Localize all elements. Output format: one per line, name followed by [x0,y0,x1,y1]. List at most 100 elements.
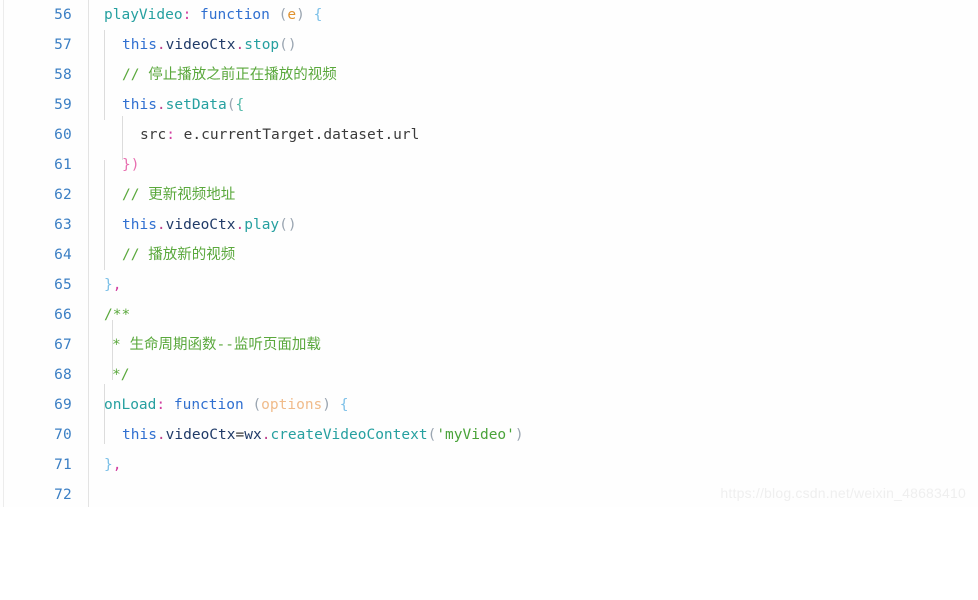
token-comma: , [112,277,122,293]
line-content[interactable]: */ [112,360,129,390]
token-this: this [122,427,157,443]
line-content[interactable]: this.videoCtx.stop() [122,30,297,60]
token-colon: : [182,7,192,23]
line-number: 60 [54,127,72,143]
code-line[interactable]: 66 /** [0,300,978,330]
token-close-brace: } [104,277,113,293]
line-number: 72 [54,487,72,503]
token-close-paren: ) [296,7,305,23]
code-line[interactable]: 61 }) [0,150,978,180]
code-line[interactable]: 58 // 停止播放之前正在播放的视频 [0,60,978,90]
code-editor: 56 playVideo: function (e) { 57 this.vid… [0,0,978,507]
line-content[interactable]: this.videoCtx=wx.createVideoContext('myV… [122,420,524,450]
token-method: stop [244,37,280,53]
token-close-brace-paren: }) [122,157,140,173]
token-block-comment-body: * 生命周期函数--监听页面加载 [112,337,321,353]
line-number: 66 [54,307,72,323]
token-comment: // 更新视频地址 [122,187,236,203]
watermark: https://blog.csdn.net/weixin_48683410 [720,485,966,501]
line-content[interactable]: }, [104,450,121,480]
token-dot: . [156,97,166,113]
token-dot: . [156,217,166,233]
line-number: 64 [54,247,72,263]
line-number: 67 [54,337,72,353]
token-this: this [122,97,157,113]
line-content[interactable]: }) [122,150,139,180]
code-line[interactable]: 69 onLoad: function (options) { [0,390,978,420]
line-content[interactable]: * 生命周期函数--监听页面加载 [112,330,321,360]
code-line[interactable]: 62 // 更新视频地址 [0,180,978,210]
code-line[interactable]: 64 // 播放新的视频 [0,240,978,270]
line-number: 57 [54,37,72,53]
token-this: this [122,217,157,233]
token-operator: = [235,427,245,443]
token-value: e.currentTarget.dataset.url [174,127,420,143]
token-identifier-wx: wx [244,427,262,443]
token-colon: : [156,397,166,413]
code-line[interactable]: 67 * 生命周期函数--监听页面加载 [0,330,978,360]
code-line[interactable]: 68 */ [0,360,978,390]
token-close-paren: ) [322,397,332,413]
token-parens: () [279,217,297,233]
line-number: 61 [54,157,72,173]
token-brace: { [313,7,323,23]
token-method: createVideoContext [270,427,428,443]
token-identifier: videoCtx [165,217,236,233]
line-content[interactable]: // 更新视频地址 [122,180,235,210]
line-content[interactable]: this.videoCtx.play() [122,210,297,240]
token-close-paren: ) [514,427,524,443]
code-line[interactable]: 56 playVideo: function (e) { [0,0,978,30]
line-content[interactable]: // 播放新的视频 [122,240,235,270]
code-line[interactable]: 71 }, [0,450,978,480]
token-dot: . [156,427,166,443]
token-block-comment-start: /** [104,307,131,323]
line-content[interactable]: /** [104,300,130,330]
token-identifier: videoCtx [165,427,236,443]
line-number: 71 [54,457,72,473]
code-line[interactable]: 65 }, [0,270,978,300]
token-key: src [140,127,167,143]
token-parameter: options [261,397,323,413]
line-content[interactable]: this.setData({ [122,90,244,120]
line-content[interactable]: }, [104,270,121,300]
line-content[interactable]: src: e.currentTarget.dataset.url [140,120,419,150]
line-content[interactable]: // 停止播放之前正在播放的视频 [122,60,337,90]
line-number: 59 [54,97,72,113]
token-string: 'myVideo' [436,427,515,443]
code-line[interactable]: 70 this.videoCtx=wx.createVideoContext('… [0,420,978,450]
render-artifact-ellipsis: ... [175,398,198,411]
code-line[interactable]: 57 this.videoCtx.stop() [0,30,978,60]
line-number: 62 [54,187,72,203]
line-content[interactable]: playVideo: function (e) { [104,0,322,30]
token-open-paren: ( [427,427,437,443]
code-line[interactable]: 59 this.setData({ [0,90,978,120]
token-open-paren: ( [252,397,262,413]
line-number: 58 [54,67,72,83]
token-dot: . [235,217,245,233]
token-method: play [244,217,280,233]
token-colon: : [166,127,175,143]
token-comment: // 停止播放之前正在播放的视频 [122,67,337,83]
token-identifier: videoCtx [165,37,236,53]
token-parameter: e [287,7,297,23]
token-comma: , [112,457,122,473]
token-keyword: function [200,7,270,23]
token-property: playVideo [104,7,183,23]
code-lines[interactable]: 56 playVideo: function (e) { 57 this.vid… [0,0,978,507]
line-content[interactable]: onLoad: function (options) { [104,390,348,420]
token-dot: . [156,37,166,53]
token-brace: { [339,397,349,413]
line-number: 56 [54,7,72,23]
token-this: this [122,37,157,53]
code-line[interactable]: 60 src: e.currentTarget.dataset.url [0,120,978,150]
token-property: onLoad [104,397,157,413]
token-dot: . [235,37,245,53]
line-number: 65 [54,277,72,293]
line-number: 63 [54,217,72,233]
line-number: 68 [54,367,72,383]
token-open-paren: ( [226,97,236,113]
code-line[interactable]: 63 this.videoCtx.play() [0,210,978,240]
token-brace: { [235,97,245,113]
token-method: setData [165,97,227,113]
token-close-brace: } [104,457,113,473]
